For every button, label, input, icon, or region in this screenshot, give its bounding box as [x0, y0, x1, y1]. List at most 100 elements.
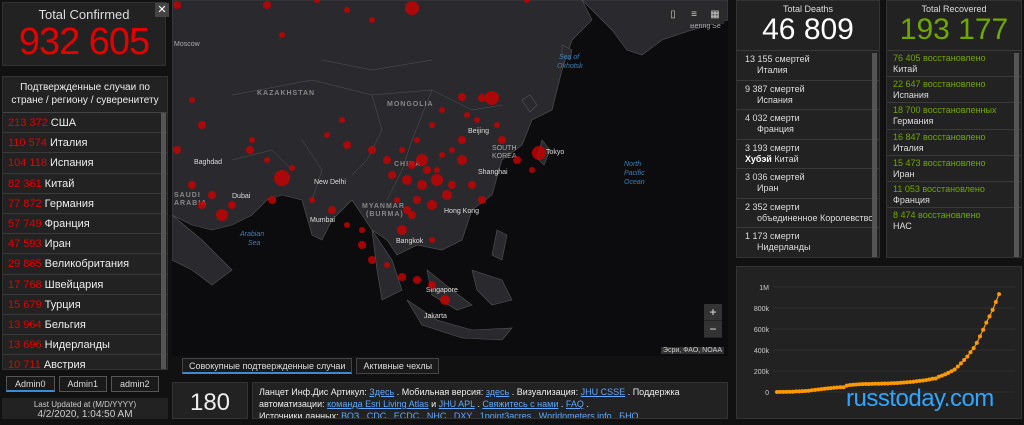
case-bubble[interactable] — [458, 136, 466, 144]
case-bubble[interactable] — [414, 137, 420, 143]
case-bubble[interactable] — [368, 256, 376, 264]
case-bubble[interactable] — [529, 167, 535, 173]
case-bubble[interactable] — [417, 180, 427, 190]
case-bubble[interactable] — [173, 1, 181, 9]
case-bubble[interactable] — [216, 209, 228, 221]
deaths-scrollbar[interactable] — [872, 53, 877, 257]
link-jhu-csse[interactable]: JHU CSSE — [581, 387, 626, 397]
case-bubble[interactable] — [208, 191, 216, 199]
recovered-row[interactable]: 16 847 восстановлено Италия — [887, 128, 1021, 155]
country-row[interactable]: 213 372 США — [3, 113, 167, 134]
chart-point[interactable] — [974, 340, 979, 345]
case-bubble[interactable] — [478, 196, 486, 204]
case-bubble[interactable] — [263, 1, 271, 9]
case-bubble[interactable] — [264, 157, 270, 163]
country-row[interactable]: 13 964 Бельгия — [3, 315, 167, 336]
case-bubble[interactable] — [429, 122, 435, 128]
country-row[interactable]: 10 711 Австрия — [3, 355, 167, 369]
recovered-row[interactable]: 15 473 восстановлено Иран — [887, 154, 1021, 181]
case-bubble[interactable] — [413, 196, 421, 204]
chart-point[interactable] — [981, 327, 986, 332]
case-bubble[interactable] — [198, 201, 206, 209]
case-bubble[interactable] — [344, 222, 350, 228]
country-row[interactable]: 13 696 Нидерланды — [3, 335, 167, 356]
case-bubble[interactable] — [399, 147, 405, 153]
zoom-out-button[interactable]: − — [704, 321, 722, 338]
case-bubble[interactable] — [328, 206, 336, 214]
bookmark-icon[interactable]: ▯ — [664, 6, 682, 24]
case-bubble[interactable] — [309, 197, 315, 203]
case-bubble[interactable] — [478, 94, 486, 102]
case-bubble[interactable] — [449, 147, 455, 153]
case-bubble[interactable] — [249, 137, 255, 143]
case-bubble[interactable] — [344, 7, 350, 13]
recovered-scrollbar[interactable] — [1014, 53, 1019, 257]
link-faq[interactable]: FAQ — [566, 399, 584, 409]
case-bubble[interactable] — [474, 117, 480, 123]
link-worldometers[interactable]: Worldometers.info — [539, 411, 612, 418]
list-icon[interactable]: ≡ — [685, 6, 703, 24]
case-bubble[interactable] — [358, 241, 366, 249]
case-bubble[interactable] — [413, 276, 421, 284]
chart-point[interactable] — [955, 364, 960, 369]
case-bubble[interactable] — [442, 190, 452, 200]
recovered-row[interactable]: 22 647 восстановлено Испания — [887, 76, 1021, 102]
case-bubble[interactable] — [198, 121, 206, 129]
link-cdc[interactable]: CDC — [367, 411, 387, 418]
case-bubble[interactable] — [369, 17, 375, 23]
case-bubble[interactable] — [383, 156, 391, 164]
country-row[interactable]: 77 872 Германия — [3, 194, 167, 214]
map-view[interactable]: Moscow KAZAKHSTAN MONGOLIA CHINA Sea of … — [172, 0, 728, 356]
country-row[interactable]: 57 749 Франция — [3, 214, 167, 235]
country-row[interactable]: 104 118 Испания — [3, 153, 167, 174]
list-scrollbar[interactable] — [161, 113, 166, 369]
case-bubble[interactable] — [189, 97, 195, 103]
case-bubble[interactable] — [359, 227, 365, 233]
chart-point[interactable] — [997, 292, 1001, 297]
recovered-row[interactable]: 8 474 восстановлено НАС — [887, 207, 1021, 233]
case-bubble[interactable] — [532, 146, 546, 160]
case-bubble[interactable] — [434, 167, 440, 173]
link-ecdc[interactable]: ECDC — [394, 411, 420, 418]
case-bubble[interactable] — [494, 122, 500, 128]
chart-point[interactable] — [971, 346, 976, 351]
link-nhc[interactable]: NHC — [427, 411, 447, 418]
link-dxy[interactable]: DXY — [454, 411, 472, 418]
case-bubble[interactable] — [324, 132, 330, 138]
link-esri-team[interactable]: команда Esri Living Atlas — [327, 399, 429, 409]
case-bubble[interactable] — [439, 152, 445, 158]
case-bubble[interactable] — [440, 295, 450, 305]
link-article[interactable]: Здесь — [369, 387, 394, 397]
case-bubble[interactable] — [416, 154, 428, 166]
case-bubble[interactable] — [339, 117, 345, 123]
case-bubble[interactable] — [228, 201, 236, 209]
chart-point[interactable] — [987, 314, 992, 319]
link-bno[interactable]: БНО — [619, 411, 638, 418]
case-bubble[interactable] — [274, 170, 290, 186]
chart-point[interactable] — [977, 334, 982, 339]
chart-point[interactable] — [952, 367, 957, 372]
chart-point[interactable] — [984, 320, 989, 325]
tab-admin2[interactable]: admin2 — [111, 376, 159, 392]
country-row[interactable]: 110 574 Италия — [3, 133, 167, 154]
death-row[interactable]: 1 173 смерти Нидерланды — [737, 227, 879, 257]
case-bubble[interactable] — [398, 273, 406, 281]
case-bubble[interactable] — [408, 211, 416, 219]
tab-admin0[interactable]: Admin0 — [6, 376, 55, 392]
case-bubble[interactable] — [428, 281, 436, 289]
close-icon[interactable]: ✕ — [155, 3, 169, 17]
case-bubble[interactable] — [423, 166, 431, 174]
link-contact[interactable]: Свяжитесь с нами — [482, 399, 558, 409]
case-bubble[interactable] — [431, 174, 443, 186]
country-row[interactable]: 17 768 Швейцария — [3, 275, 167, 295]
link-jhu-apl[interactable]: JHU APL — [439, 399, 475, 409]
case-bubble[interactable] — [384, 262, 390, 268]
country-row[interactable]: 82 361 Китай — [3, 174, 167, 194]
case-bubble[interactable] — [188, 181, 196, 189]
case-bubble[interactable] — [397, 225, 407, 235]
case-bubble[interactable] — [485, 91, 499, 105]
recovered-row[interactable]: 76 405 восстановлено Китай — [887, 50, 1021, 76]
case-bubble[interactable] — [343, 141, 351, 149]
case-bubble[interactable] — [408, 161, 416, 169]
death-row[interactable]: 4 032 смерти Франция — [737, 109, 879, 139]
